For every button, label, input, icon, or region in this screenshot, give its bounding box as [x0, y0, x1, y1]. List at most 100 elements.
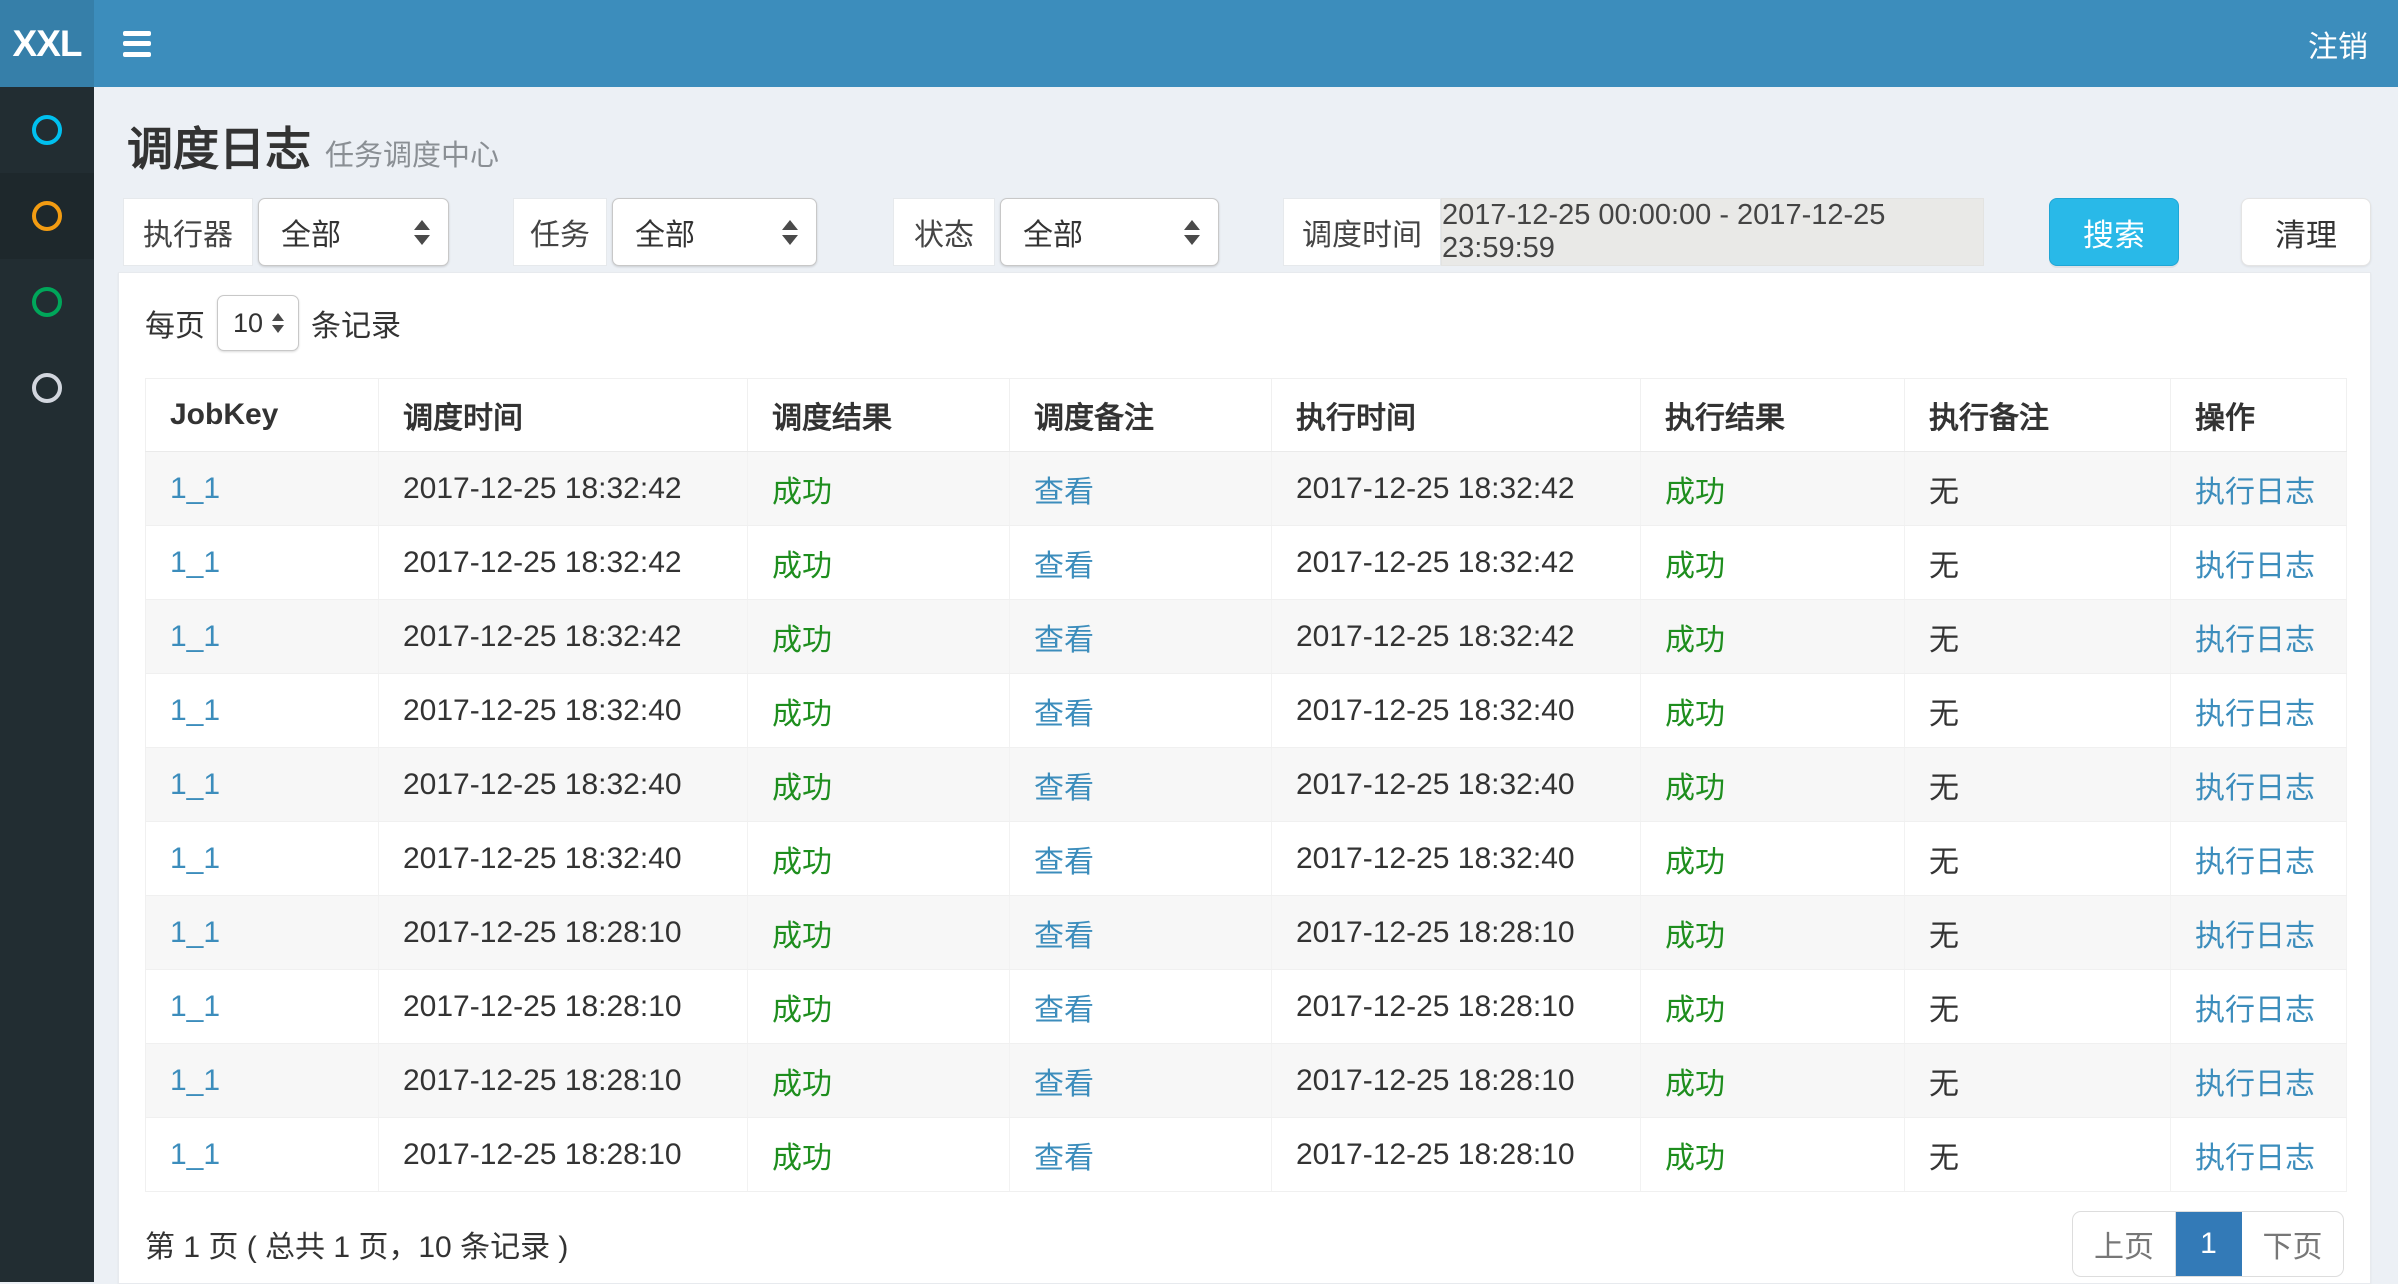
trigger-time-cell-cell: 2017-12-25 18:32:42 — [379, 452, 748, 526]
jobkey-link[interactable]: 1_1 — [170, 1138, 220, 1171]
jobkey-link-cell[interactable]: 1_1 — [146, 1044, 379, 1118]
page-header: 调度日志任务调度中心 — [127, 113, 499, 179]
jobkey-link-cell[interactable]: 1_1 — [146, 600, 379, 674]
trigger-msg-link[interactable]: 查看 — [1034, 1068, 1094, 1101]
prev-page-button[interactable]: 上页 — [2073, 1212, 2176, 1276]
trigger-time-filter-label: 调度时间 — [1283, 198, 1441, 266]
jobkey-link[interactable]: 1_1 — [170, 1064, 220, 1097]
execution-log-link-cell[interactable]: 执行日志 — [2171, 452, 2347, 526]
trigger-msg-link[interactable]: 查看 — [1034, 550, 1094, 583]
jobkey-link-cell[interactable]: 1_1 — [146, 452, 379, 526]
jobkey-link[interactable]: 1_1 — [170, 472, 220, 505]
jobkey-link[interactable]: 1_1 — [170, 916, 220, 949]
trigger-msg-link-cell[interactable]: 查看 — [1010, 748, 1272, 822]
execution-log-link-cell[interactable]: 执行日志 — [2171, 1044, 2347, 1118]
jobkey-link[interactable]: 1_1 — [170, 694, 220, 727]
execution-log-link-cell[interactable]: 执行日志 — [2171, 674, 2347, 748]
page-size-select[interactable]: 10 — [217, 295, 299, 351]
trigger-time-cell: 2017-12-25 18:32:40 — [403, 694, 682, 727]
trigger-msg-link-cell[interactable]: 查看 — [1010, 1044, 1272, 1118]
status-select-value: 全部 — [1001, 210, 1184, 254]
pagination-summary: 第 1 页 ( 总共 1 页，10 条记录 ) — [145, 1222, 568, 1266]
execution-log-link[interactable]: 执行日志 — [2195, 920, 2315, 953]
execution-log-link[interactable]: 执行日志 — [2195, 1142, 2315, 1175]
executor-filter-group: 执行器 全部 — [123, 198, 449, 266]
jobkey-link[interactable]: 1_1 — [170, 990, 220, 1023]
jobkey-link-cell[interactable]: 1_1 — [146, 674, 379, 748]
trigger-msg-link[interactable]: 查看 — [1034, 1142, 1094, 1175]
trigger-msg-link-cell[interactable]: 查看 — [1010, 1118, 1272, 1192]
trigger-msg-link[interactable]: 查看 — [1034, 846, 1094, 879]
handle-time-cell-cell: 2017-12-25 18:32:42 — [1272, 526, 1641, 600]
logout-button[interactable]: 注销 — [2300, 12, 2376, 76]
handle-time-cell: 2017-12-25 18:32:42 — [1296, 620, 1575, 653]
trigger-msg-link-cell[interactable]: 查看 — [1010, 452, 1272, 526]
jobkey-link-cell[interactable]: 1_1 — [146, 822, 379, 896]
handle-result-cell: 成功 — [1665, 550, 1725, 583]
trigger-msg-link[interactable]: 查看 — [1034, 624, 1094, 657]
trigger-result-cell-cell: 成功 — [748, 1118, 1010, 1192]
sidebar-item-menu-3[interactable] — [0, 259, 94, 345]
trigger-msg-link[interactable]: 查看 — [1034, 920, 1094, 953]
execution-log-link-cell[interactable]: 执行日志 — [2171, 1118, 2347, 1192]
trigger-msg-link-cell[interactable]: 查看 — [1010, 896, 1272, 970]
jobkey-link[interactable]: 1_1 — [170, 842, 220, 875]
executor-select[interactable]: 全部 — [258, 198, 449, 266]
trigger-msg-link-cell[interactable]: 查看 — [1010, 600, 1272, 674]
jobkey-link[interactable]: 1_1 — [170, 768, 220, 801]
jobkey-link[interactable]: 1_1 — [170, 620, 220, 653]
trigger-msg-link[interactable]: 查看 — [1034, 476, 1094, 509]
column-header: 执行时间 — [1272, 379, 1641, 452]
status-select[interactable]: 全部 — [1000, 198, 1219, 266]
trigger-time-range-input[interactable]: 2017-12-25 00:00:00 - 2017-12-25 23:59:5… — [1441, 198, 1984, 266]
trigger-time-cell: 2017-12-25 18:32:42 — [403, 546, 682, 579]
handle-result-cell-cell: 成功 — [1641, 526, 1905, 600]
log-table: JobKey调度时间调度结果调度备注执行时间执行结果执行备注操作 1_1 2017… — [145, 378, 2347, 1192]
jobkey-link-cell[interactable]: 1_1 — [146, 896, 379, 970]
execution-log-link-cell[interactable]: 执行日志 — [2171, 970, 2347, 1044]
handle-time-cell-cell: 2017-12-25 18:28:10 — [1272, 970, 1641, 1044]
job-select[interactable]: 全部 — [612, 198, 817, 266]
execution-log-link-cell[interactable]: 执行日志 — [2171, 526, 2347, 600]
jobkey-link-cell[interactable]: 1_1 — [146, 970, 379, 1044]
execution-log-link[interactable]: 执行日志 — [2195, 624, 2315, 657]
jobkey-link-cell[interactable]: 1_1 — [146, 748, 379, 822]
execution-log-link-cell[interactable]: 执行日志 — [2171, 748, 2347, 822]
execution-log-link[interactable]: 执行日志 — [2195, 698, 2315, 731]
sidebar-item-menu-2[interactable] — [0, 173, 94, 259]
jobkey-link-cell[interactable]: 1_1 — [146, 526, 379, 600]
execution-log-link-cell[interactable]: 执行日志 — [2171, 600, 2347, 674]
clear-button[interactable]: 清理 — [2241, 198, 2371, 266]
status-filter-label: 状态 — [893, 198, 995, 266]
execution-log-link[interactable]: 执行日志 — [2195, 1068, 2315, 1101]
table-row: 1_12017-12-25 18:32:42成功查看2017-12-25 18:… — [146, 600, 2347, 674]
log-table-header: JobKey调度时间调度结果调度备注执行时间执行结果执行备注操作 — [146, 379, 2347, 452]
trigger-msg-link-cell[interactable]: 查看 — [1010, 526, 1272, 600]
execution-log-link[interactable]: 执行日志 — [2195, 550, 2315, 583]
sidebar-toggle-icon[interactable] — [123, 31, 151, 57]
trigger-msg-link[interactable]: 查看 — [1034, 698, 1094, 731]
trigger-msg-link-cell[interactable]: 查看 — [1010, 822, 1272, 896]
execution-log-link-cell[interactable]: 执行日志 — [2171, 822, 2347, 896]
trigger-msg-link-cell[interactable]: 查看 — [1010, 970, 1272, 1044]
select-arrows-icon — [1184, 220, 1200, 245]
app-logo[interactable]: XXL — [0, 0, 94, 87]
handle-time-cell-cell: 2017-12-25 18:32:42 — [1272, 452, 1641, 526]
jobkey-link-cell[interactable]: 1_1 — [146, 1118, 379, 1192]
executor-filter-label: 执行器 — [123, 198, 253, 266]
trigger-msg-link[interactable]: 查看 — [1034, 772, 1094, 805]
search-button[interactable]: 搜索 — [2049, 198, 2179, 266]
trigger-result-cell-cell: 成功 — [748, 970, 1010, 1044]
trigger-msg-link[interactable]: 查看 — [1034, 994, 1094, 1027]
execution-log-link[interactable]: 执行日志 — [2195, 846, 2315, 879]
trigger-msg-link-cell[interactable]: 查看 — [1010, 674, 1272, 748]
execution-log-link[interactable]: 执行日志 — [2195, 994, 2315, 1027]
sidebar-item-menu-1[interactable] — [0, 87, 94, 173]
sidebar-item-menu-4[interactable] — [0, 345, 94, 431]
execution-log-link-cell[interactable]: 执行日志 — [2171, 896, 2347, 970]
execution-log-link[interactable]: 执行日志 — [2195, 772, 2315, 805]
jobkey-link[interactable]: 1_1 — [170, 546, 220, 579]
execution-log-link[interactable]: 执行日志 — [2195, 476, 2315, 509]
current-page-button[interactable]: 1 — [2176, 1212, 2242, 1276]
next-page-button[interactable]: 下页 — [2242, 1212, 2343, 1276]
